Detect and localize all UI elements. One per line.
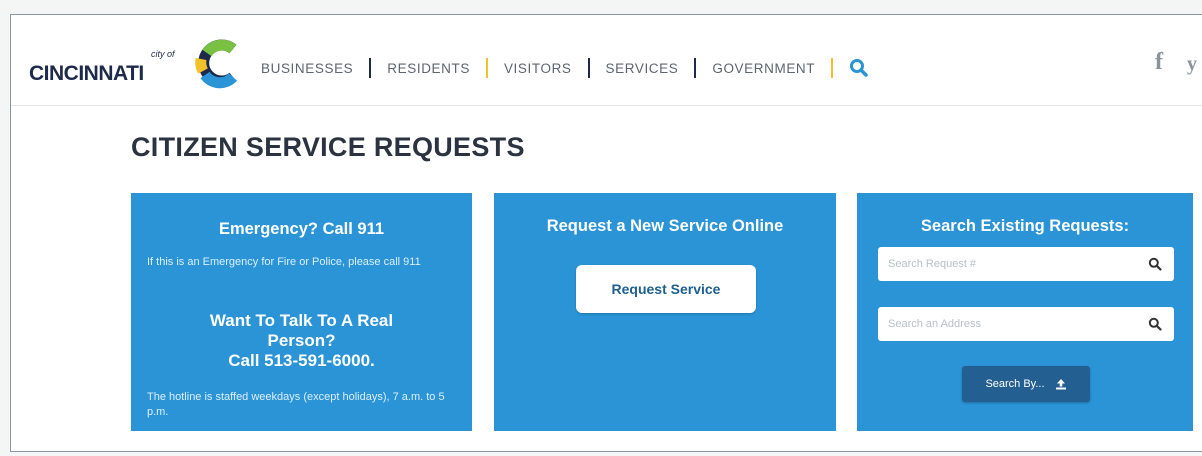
nav-visitors[interactable]: VISITORS (504, 61, 572, 76)
request-panel: Request a New Service Online Request Ser… (494, 193, 836, 431)
emergency-panel: Emergency? Call 911 If this is an Emerge… (131, 193, 472, 431)
page-frame: city of CINCINNATI BUSINESSES RESIDENTS … (10, 14, 1202, 452)
emergency-title: Emergency? Call 911 (218, 220, 385, 238)
emergency-note: If this is an Emergency for Fire or Poli… (147, 256, 421, 268)
address-input[interactable] (878, 307, 1138, 341)
upload-icon (1055, 379, 1066, 390)
call-number: Call 513-591-6000. (228, 351, 375, 370)
nav-separator (485, 58, 488, 78)
request-title: Request a New Service Online (546, 217, 784, 235)
nav-services[interactable]: SERVICES (606, 61, 679, 76)
request-service-button[interactable]: Request Service (576, 265, 756, 313)
logo-wordmark: CINCINNATI (29, 62, 144, 85)
nav-residents[interactable]: RESIDENTS (387, 61, 470, 76)
talk-heading-line2: Person? (267, 331, 336, 350)
hotline-hours: The hotline is staffed weekdays (except … (147, 391, 445, 418)
nav-separator (694, 58, 697, 78)
request-number-input[interactable] (878, 247, 1138, 281)
page-title: CITIZEN SERVICE REQUESTS (131, 132, 525, 162)
search-by-label: Search By... (985, 378, 1045, 390)
address-search-box (878, 307, 1174, 341)
nav-separator (831, 58, 834, 78)
main-nav: BUSINESSES RESIDENTS VISITORS SERVICES G… (261, 55, 869, 81)
request-search-box (878, 247, 1174, 281)
site-header: city of CINCINNATI BUSINESSES RESIDENTS … (11, 15, 1202, 106)
city-c-logo-icon (195, 39, 238, 89)
search-title: Search Existing Requests: (920, 217, 1130, 235)
facebook-icon[interactable]: f (1155, 49, 1163, 76)
nav-separator (587, 58, 590, 78)
talk-heading-line1: Want To Talk To A Real (209, 311, 394, 330)
city-logo[interactable]: city of CINCINNATI (29, 37, 239, 97)
search-icon[interactable] (1148, 257, 1162, 271)
search-icon[interactable] (1148, 317, 1162, 331)
nav-government[interactable]: GOVERNMENT (712, 61, 815, 76)
nav-businesses[interactable]: BUSINESSES (261, 61, 353, 76)
search-panel: Search Existing Requests: Search By... (857, 193, 1193, 431)
search-by-button[interactable]: Search By... (962, 366, 1090, 402)
twitter-icon[interactable]: y (1187, 53, 1197, 76)
search-icon[interactable] (849, 58, 869, 78)
logo-city-of-text: city of (151, 49, 175, 59)
nav-separator (369, 58, 372, 78)
